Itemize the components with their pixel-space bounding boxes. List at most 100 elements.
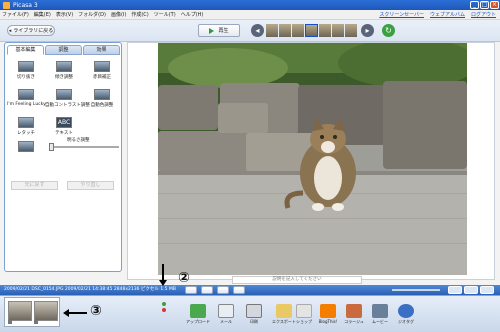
edit-panel: 基本編集 調整 効果 切り抜き 傾き調整 赤目補正 I'm Feeling Lu… <box>4 42 122 272</box>
annotation-arrow-left <box>63 309 87 317</box>
maximize-icon[interactable]: □ <box>480 1 489 9</box>
menu-file[interactable]: ファイル(F) <box>2 11 29 18</box>
link-logout[interactable]: ログアウト <box>471 11 496 18</box>
shop-icon <box>296 304 312 318</box>
retouch-tool[interactable]: レタッチ <box>7 117 45 136</box>
zoom-slider[interactable] <box>392 289 440 291</box>
view-compare-icon[interactable] <box>464 286 478 294</box>
filmstrip-thumb[interactable] <box>291 24 304 37</box>
blogthis-button[interactable]: BlogThis! <box>314 304 342 324</box>
collage-icon <box>346 304 362 318</box>
mail-icon <box>218 304 234 318</box>
rotate-right-icon[interactable] <box>217 286 229 294</box>
fill-light-icon-tool <box>7 141 45 154</box>
menu-tools[interactable]: ツール(T) <box>154 11 176 18</box>
picasa-logo-icon <box>3 1 10 9</box>
fill-light-slider[interactable] <box>49 143 119 151</box>
menu-bar: ファイル(F) 編集(E) 表示(V) フォルダ(D) 画像(I) 作成(C) … <box>0 10 500 20</box>
straighten-icon <box>56 61 72 72</box>
upload-button[interactable]: アップロード <box>184 304 212 325</box>
menu-edit[interactable]: 編集(E) <box>34 11 51 18</box>
upload-icon <box>190 304 206 318</box>
menu-view[interactable]: 表示(V) <box>56 11 73 18</box>
movie-button[interactable]: ムービー <box>366 304 394 325</box>
edit-tabs: 基本編集 調整 効果 <box>7 45 121 55</box>
tray-check-icon[interactable] <box>34 320 38 324</box>
filmstrip-thumb[interactable] <box>332 24 345 37</box>
printer-icon <box>246 304 262 318</box>
back-label: ライブラリに戻る <box>13 28 54 34</box>
undo-button[interactable]: 元に戻す <box>11 181 58 190</box>
tray-thumb[interactable] <box>34 301 58 321</box>
upload-small-icon[interactable] <box>185 286 197 294</box>
menu-image[interactable]: 画像(I) <box>111 11 126 18</box>
cat-photo-image <box>158 43 467 275</box>
view-single-icon[interactable] <box>448 286 462 294</box>
rotate-left-icon[interactable] <box>201 286 213 294</box>
photo-viewer <box>127 42 495 280</box>
filmstrip-thumb[interactable] <box>278 24 291 37</box>
window-title: Picasa 3 <box>13 1 38 9</box>
contrast-icon <box>56 89 72 100</box>
previous-icon[interactable]: ◂ <box>251 24 264 37</box>
play-button[interactable]: 再生 <box>198 24 240 37</box>
crop-tool[interactable]: 切り抜き <box>7 61 45 80</box>
auto-color-tool[interactable]: 自動色調整 <box>83 89 121 108</box>
view-fullscreen-icon[interactable] <box>480 286 494 294</box>
filmstrip-thumb-selected[interactable] <box>304 24 319 37</box>
hold-buttons <box>160 300 168 326</box>
straighten-tool[interactable]: 傾き調整 <box>45 61 83 80</box>
tab-basic-fixes[interactable]: 基本編集 <box>7 45 44 55</box>
status-bar: 2009/02/21 DSC_0154.JPG 2009/02/21 14:38… <box>0 285 500 295</box>
feeling-lucky-tool[interactable]: I'm Feeling Lucky <box>7 89 46 107</box>
tray-check-icon[interactable] <box>8 320 12 324</box>
back-arrow-icon: ◂ <box>8 27 12 34</box>
title-bar: Picasa 3 _ □ × <box>0 0 500 10</box>
collage-button[interactable]: コラージュ <box>340 304 368 325</box>
redeye-icon <box>94 61 110 72</box>
close-icon[interactable]: × <box>490 1 499 9</box>
filmstrip-thumb[interactable] <box>266 24 278 37</box>
menu-create[interactable]: 作成(C) <box>131 11 148 18</box>
tab-tuning[interactable]: 調整 <box>45 45 82 55</box>
redo-button[interactable]: やり直し <box>67 181 114 190</box>
slider-knob[interactable] <box>49 143 54 151</box>
filmstrip <box>266 24 358 37</box>
geotag-button[interactable]: ジオタグ <box>392 304 420 325</box>
email-button[interactable]: メール <box>212 304 240 325</box>
tray-thumb[interactable] <box>8 301 32 321</box>
clear-red-icon[interactable] <box>162 308 166 312</box>
redeye-tool[interactable]: 赤目補正 <box>83 61 121 80</box>
hold-green-icon[interactable] <box>162 302 166 306</box>
fill-light-icon <box>18 141 34 152</box>
retouch-icon <box>18 117 34 128</box>
fill-light-label: 明るさ調整 <box>67 138 90 143</box>
link-screensaver[interactable]: スクリーンセーバー <box>379 11 424 18</box>
photo-info-text: 2009/02/21 DSC_0154.JPG 2009/02/21 14:38… <box>4 287 176 292</box>
filmstrip-thumb[interactable] <box>345 24 358 37</box>
star-icon[interactable] <box>233 286 245 294</box>
menu-folder[interactable]: フォルダ(D) <box>78 11 106 18</box>
photo-cat[interactable] <box>158 43 467 275</box>
print-button[interactable]: 印刷 <box>240 304 268 325</box>
text-icon: ABC <box>56 117 72 128</box>
play-icon <box>209 27 215 34</box>
tab-effects[interactable]: 効果 <box>83 45 120 55</box>
movie-icon <box>372 304 388 318</box>
annotation-2: ② <box>178 270 190 286</box>
next-icon[interactable]: ▸ <box>361 24 374 37</box>
caption-input[interactable]: 説明を記入してください <box>232 276 362 284</box>
annotation-arrow-down <box>159 264 167 286</box>
annotation-3: ③ <box>90 303 102 319</box>
globe-icon <box>398 304 414 318</box>
menu-help[interactable]: ヘルプ(H) <box>181 11 204 18</box>
back-to-library-button[interactable]: ◂ ライブラリに戻る <box>7 25 55 36</box>
minimize-icon[interactable]: _ <box>470 1 479 9</box>
auto-contrast-tool[interactable]: 自動コントラスト調整 <box>45 89 90 108</box>
link-web-album[interactable]: ウェブアルバム <box>430 11 465 18</box>
rotate-icon[interactable]: ↻ <box>382 24 395 37</box>
filmstrip-thumb[interactable] <box>319 24 332 37</box>
color-icon <box>94 89 110 100</box>
text-tool[interactable]: ABC テキスト <box>45 117 83 136</box>
photo-tray <box>4 297 60 327</box>
